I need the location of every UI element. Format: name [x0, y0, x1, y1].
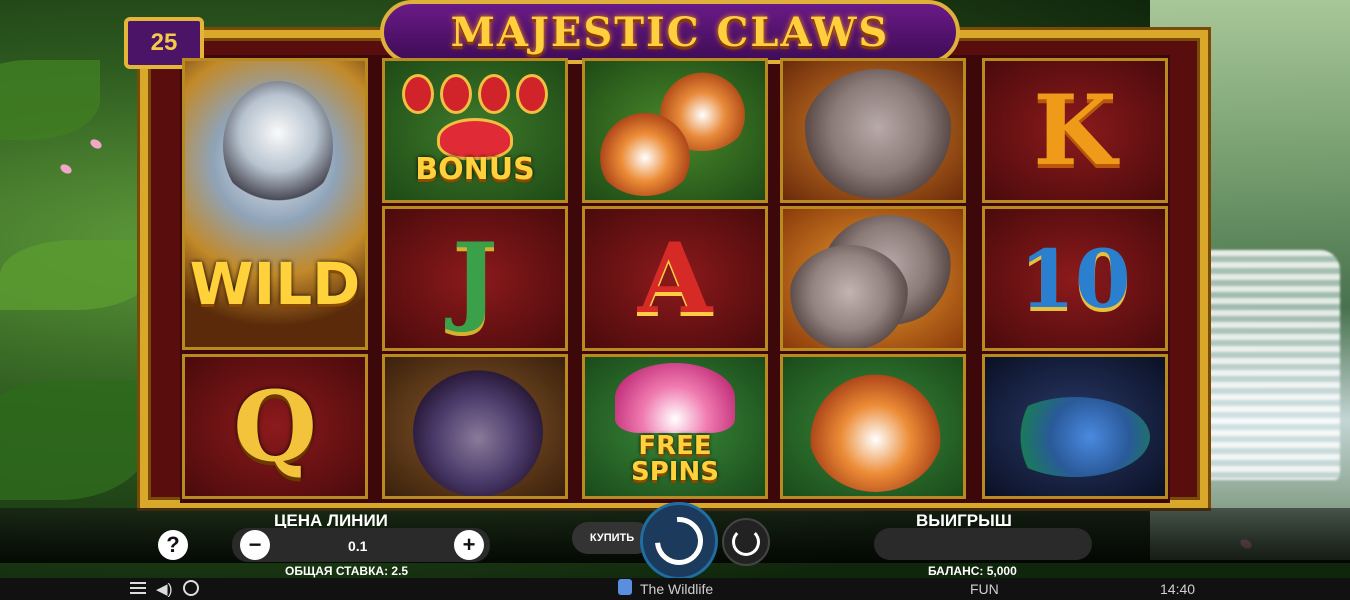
- free-spins-lotus-symbol: FREE SPINS: [582, 354, 768, 499]
- letter-j: J: [452, 222, 498, 335]
- k-symbol: K: [982, 58, 1168, 203]
- free-label: FREE: [638, 430, 712, 461]
- paw-toes-icon: [402, 74, 548, 114]
- bear-symbol: [382, 354, 568, 499]
- spins-label: SPINS: [631, 456, 719, 487]
- speaker-icon[interactable]: ◀): [156, 580, 173, 598]
- waterfall-decoration: [1190, 250, 1340, 480]
- reel-3: A FREE SPINS: [582, 58, 770, 502]
- game-title-banner: MAJESTIC CLAWS: [380, 0, 960, 64]
- hamburger-icon[interactable]: [130, 582, 146, 594]
- elephant-pair-symbol: [780, 206, 966, 351]
- turbo-icon[interactable]: [183, 580, 199, 596]
- q-symbol: Q: [182, 354, 368, 499]
- autoplay-icon: [732, 528, 760, 556]
- reel-5: K 10: [982, 58, 1170, 502]
- petal-decoration: [88, 137, 104, 151]
- letter-k: K: [1033, 74, 1117, 187]
- win-display: [874, 528, 1092, 560]
- letter-q: Q: [233, 370, 317, 483]
- help-button[interactable]: ?: [158, 530, 188, 560]
- leaf-decoration: [0, 240, 150, 310]
- j-symbol: J: [382, 206, 568, 351]
- reel-2: BONUS J: [382, 58, 570, 502]
- a-symbol: A: [582, 206, 768, 351]
- letter-10: 10: [1019, 231, 1131, 326]
- elephant-face-icon: [803, 69, 953, 199]
- leaf-decoration: [0, 60, 100, 140]
- brand-logo-icon: [618, 579, 632, 595]
- mode-label: FUN: [970, 581, 999, 597]
- wild-label: WILD: [189, 250, 361, 318]
- increase-bet-button[interactable]: +: [454, 530, 484, 560]
- game-title: MAJESTIC CLAWS: [450, 8, 890, 56]
- balance-label: БАЛАНС: 5,000: [928, 564, 1017, 578]
- red-panda-pair-symbol: [582, 58, 768, 203]
- decrease-bet-button[interactable]: −: [240, 530, 270, 560]
- reel-4: [780, 58, 968, 502]
- peacock-icon: [1000, 397, 1150, 477]
- bear-face-icon: [413, 367, 543, 496]
- total-bet-label: ОБЩАЯ СТАВКА: 2.5: [285, 564, 409, 578]
- spin-icon: [645, 507, 713, 575]
- leaf-decoration: [0, 380, 150, 500]
- petal-decoration: [58, 162, 74, 176]
- tiger-face-icon: [223, 81, 333, 211]
- red-panda-icon: [808, 367, 943, 492]
- bonus-paw-symbol: BONUS: [382, 58, 568, 203]
- line-price-value: 0.1: [348, 538, 368, 554]
- spin-button[interactable]: [640, 502, 718, 580]
- reel-1: WILD Q: [182, 58, 370, 502]
- red-panda-symbol: [780, 354, 966, 499]
- brand-name: The Wildlife: [640, 581, 714, 597]
- bonus-label: BONUS: [415, 152, 535, 187]
- wild-tiger-symbol: WILD: [182, 58, 368, 350]
- ten-symbol: 10: [982, 206, 1168, 351]
- letter-a: A: [637, 222, 713, 335]
- clock: 14:40: [1160, 581, 1196, 597]
- lotus-flower-icon: [615, 362, 735, 433]
- elephant-symbol: [780, 58, 966, 203]
- elephant-face-icon: [789, 245, 909, 348]
- autoplay-button[interactable]: [722, 518, 770, 566]
- red-panda-icon: [595, 111, 695, 196]
- peacock-symbol: [982, 354, 1168, 499]
